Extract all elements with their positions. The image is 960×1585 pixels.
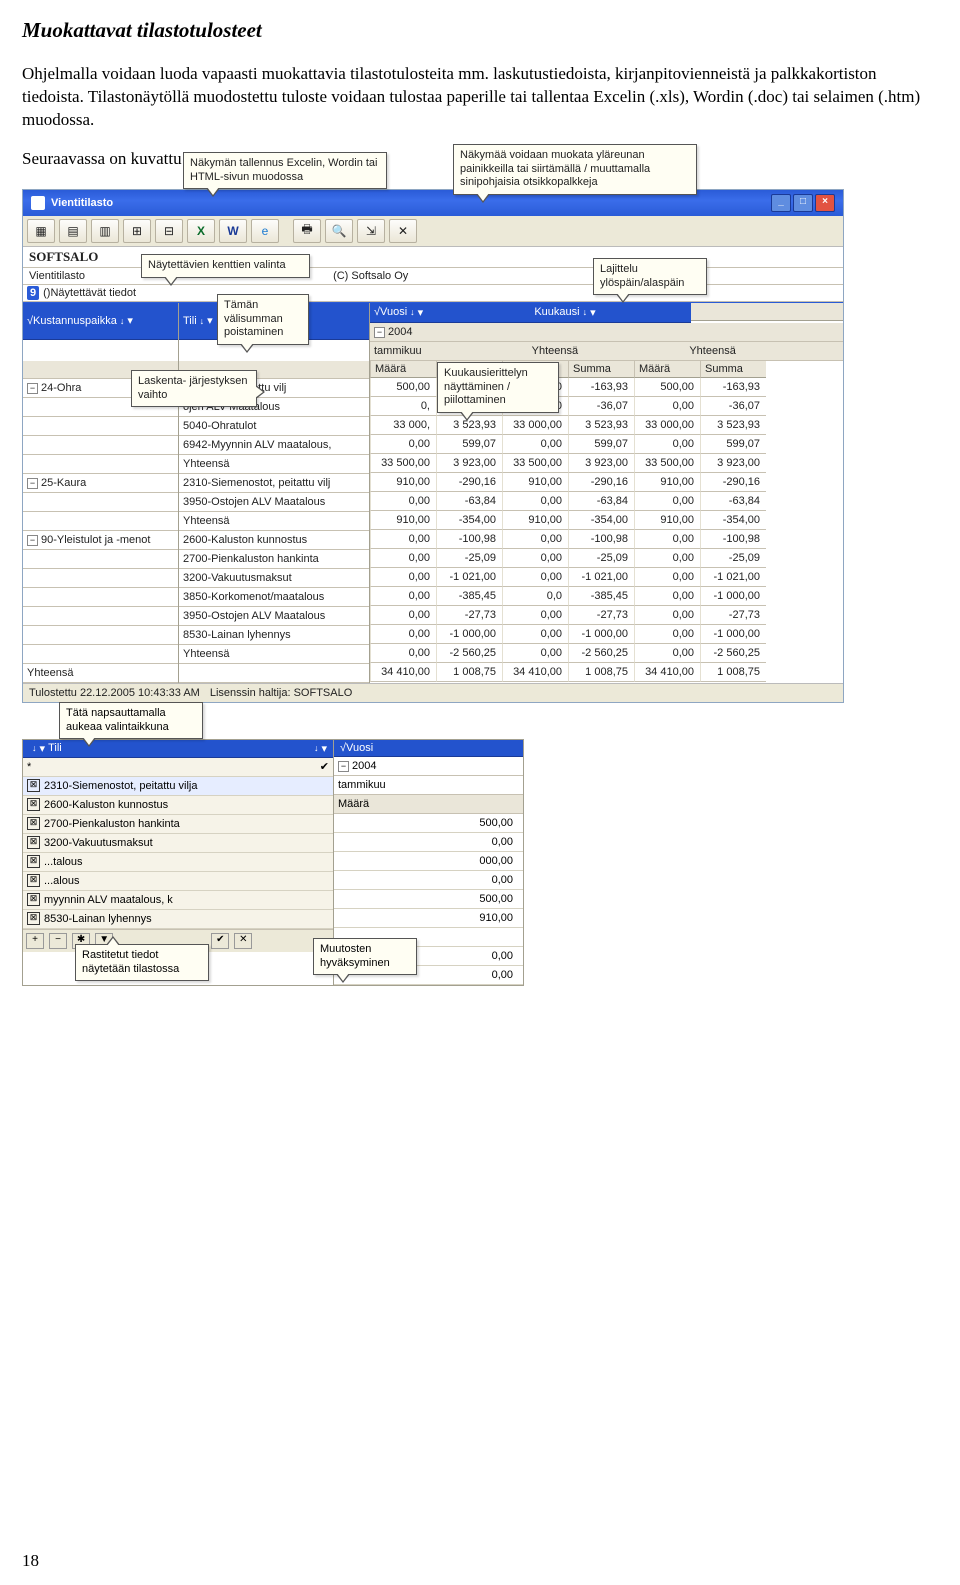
callout-month-toggle: Kuukausierittelyn näyttäminen / piilotta… (437, 362, 559, 413)
remove-button[interactable]: − (49, 933, 67, 949)
callout-fields: Näytettävien kenttien valinta (141, 254, 310, 278)
cancel-button[interactable]: ✕ (234, 933, 252, 949)
tbtn-4[interactable]: ⊞ (123, 219, 151, 243)
list-item[interactable]: ⊠3200-Vakuutusmaksut (23, 834, 333, 853)
value-cell: 0,00 (334, 871, 523, 890)
copyright-label: (C) Softsalo Oy (333, 270, 408, 282)
para-1: Ohjelmalla voidaan luoda vapaasti muokat… (22, 63, 938, 132)
list-item[interactable]: ⊠2600-Kaluston kunnostus (23, 796, 333, 815)
account-row: Yhteensä (179, 512, 369, 531)
month-total2: Yhteensä (685, 342, 843, 361)
value-cell: 0,00 (334, 833, 523, 852)
maximize-button[interactable]: □ (793, 194, 813, 212)
status-bar: Tulostettu 22.12.2005 10:43:33 AM Lisens… (23, 683, 843, 702)
tbtn-3[interactable]: ▥ (91, 219, 119, 243)
account-row: 2600-Kaluston kunnostus (179, 531, 369, 550)
month-total1: Yhteensä (528, 342, 686, 361)
minimize-button[interactable]: _ (771, 194, 791, 212)
account-row: 3950-Ostojen ALV Maatalous (179, 607, 369, 626)
callout-open-dialog: Tätä napsauttamalla aukeaa valintaikkuna (59, 702, 203, 740)
account-row: 2310-Siemenostot, peitattu vilj (179, 474, 369, 493)
callout-save-formats: Näkymän tallennus Excelin, Wordin tai HT… (183, 152, 387, 190)
group-row[interactable]: −90-Yleistulot ja -menot (23, 531, 178, 550)
close-button[interactable]: × (815, 194, 835, 212)
year-label[interactable]: 2004 (388, 326, 412, 338)
col-hdr-tili-2[interactable]: ↓▾ Tili↓▾ (23, 740, 333, 758)
callout-sort: Lajittelu ylöspäin/alaspäin (593, 258, 707, 296)
account-row: 2700-Pienkaluston hankinta (179, 550, 369, 569)
ie-icon[interactable]: e (251, 219, 279, 243)
status-printed: Tulostettu 22.12.2005 10:43:33 AM (29, 687, 200, 699)
col-hdr-kustannuspaikka[interactable]: √ Kustannuspaikka↓▾ (23, 303, 178, 340)
list-item[interactable]: ⊠8530-Lainan lyhennys (23, 910, 333, 929)
displayed-fields-label: Näytettävät tiedot (50, 287, 136, 299)
word-icon[interactable]: W (219, 219, 247, 243)
value-cell: 000,00 (334, 852, 523, 871)
screenshot-main: Näkymän tallennus Excelin, Wordin tai HT… (22, 189, 844, 703)
preview-icon[interactable]: 🔍 (325, 219, 353, 243)
account-row: 6942-Myynnin ALV maatalous, (179, 436, 369, 455)
year-2[interactable]: 2004 (352, 760, 376, 772)
status-license: Lisenssin haltija: SOFTSALO (210, 687, 352, 699)
hd-summa-2: Summa (568, 361, 634, 378)
screenshot-detail: Tätä napsauttamalla aukeaa valintaikkuna… (22, 739, 524, 986)
account-row: 3950-Ostojen ALV Maatalous (179, 493, 369, 512)
tbtn-1[interactable]: ▦ (27, 219, 55, 243)
col-hdr-vuosi-2[interactable]: √ Vuosi (334, 740, 523, 757)
list-item[interactable]: ⊠...alous (23, 872, 333, 891)
callout-layout: Näkymää voidaan muokata yläreunan painik… (453, 144, 697, 195)
account-row: Yhteensä (179, 645, 369, 664)
value-cell: 500,00 (334, 814, 523, 833)
list-item[interactable]: ⊠2700-Pienkaluston hankinta (23, 815, 333, 834)
account-row: Yhteensä (179, 455, 369, 474)
col-hdr-kuukausi[interactable]: Kuukausi↓▾ (530, 303, 690, 323)
hd-maara-d: Määrä (334, 795, 523, 814)
excel-icon[interactable]: X (187, 219, 215, 243)
app-icon (31, 196, 45, 210)
callout-calc-order: Laskenta- järjestyksen vaihto (131, 370, 257, 408)
hd-summa-3: Summa (700, 361, 766, 378)
close-doc-icon[interactable]: ✕ (389, 219, 417, 243)
callout-remove-subtotal: Tämän välisumman poistaminen (217, 294, 309, 345)
account-row: 8530-Lainan lyhennys (179, 626, 369, 645)
window-title-text: Vientitilasto (51, 197, 113, 209)
callout-checked-shown: Rastitetut tiedot näytetään tilastossa (75, 944, 209, 982)
grand-total-label: Yhteensä (23, 664, 178, 683)
print-icon[interactable]: 🖶 (293, 219, 321, 243)
list-item[interactable]: ⊠...talous (23, 853, 333, 872)
tbtn-11[interactable]: ⇲ (357, 219, 385, 243)
value-cell: 500,00 (334, 890, 523, 909)
account-row: 3850-Korkomenot/maatalous (179, 588, 369, 607)
hd-maara-1: Määrä (370, 361, 436, 378)
displayed-fields-bar[interactable]: 9() Näytettävät tiedot (23, 285, 843, 302)
page-number: 18 (22, 1551, 39, 1571)
page-heading: Muokattavat tilastotulosteet (22, 18, 938, 43)
filter-star-row[interactable]: *✔ (23, 758, 333, 777)
month-2: tammikuu (334, 776, 523, 795)
tbtn-5[interactable]: ⊟ (155, 219, 183, 243)
value-cell: 910,00 (334, 909, 523, 928)
report-subtitle: Vientitilasto (29, 270, 85, 282)
add-button[interactable]: + (26, 933, 44, 949)
tbtn-2[interactable]: ▤ (59, 219, 87, 243)
list-item[interactable]: ⊠myynnin ALV maatalous, k (23, 891, 333, 910)
account-row: 5040-Ohratulot (179, 417, 369, 436)
list-item[interactable]: ⊠2310-Siemenostot, peitattu vilja (23, 777, 333, 796)
callout-apply-changes: Muutosten hyväksyminen (313, 938, 417, 976)
hd-maara-3: Määrä (634, 361, 700, 378)
account-row: 3200-Vakuutusmaksut (179, 569, 369, 588)
toolbar: ▦ ▤ ▥ ⊞ ⊟ X W e 🖶 🔍 ⇲ ✕ (23, 216, 843, 247)
month-label: tammikuu (370, 342, 528, 361)
group-row[interactable]: −25-Kaura (23, 474, 178, 493)
window-titlebar: Vientitilasto _ □ × (23, 190, 843, 216)
col-hdr-vuosi[interactable]: √ Vuosi↓▾ (370, 303, 530, 323)
ok-button[interactable]: ✔ (211, 933, 229, 949)
